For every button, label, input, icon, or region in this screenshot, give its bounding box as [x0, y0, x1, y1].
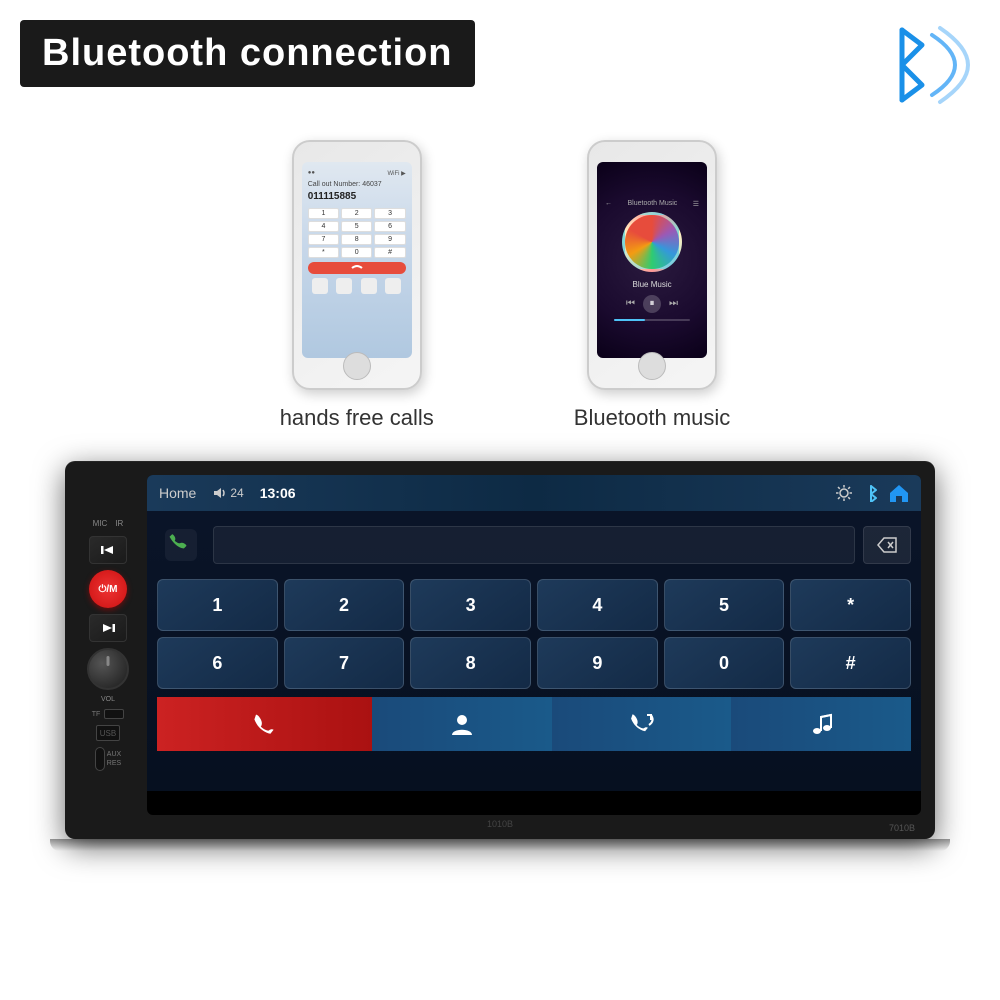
- stereo-section: MIC IR ⏻/M: [0, 451, 1000, 839]
- stereo-inner: MIC IR ⏻/M: [79, 475, 921, 815]
- stereo-unit: MIC IR ⏻/M: [65, 461, 935, 839]
- bottom-bar: [157, 697, 911, 751]
- contacts-button[interactable]: [372, 697, 552, 751]
- keypad-grid: 1 2 3 4 5 * 6 7 8 9 0 #: [157, 579, 911, 689]
- brightness-icon: [835, 484, 853, 502]
- phone-call-image: ●●WiFi ▶ Call out Number: 46037 01111588…: [292, 140, 422, 390]
- screen-home-label: Home: [159, 485, 196, 501]
- phone-home-btn-left: [343, 352, 371, 380]
- screen-bluetooth-icon: [863, 484, 879, 502]
- key-1[interactable]: 1: [157, 579, 278, 631]
- screen-home-icon[interactable]: [889, 484, 909, 502]
- vol-label: VOL: [101, 696, 115, 703]
- music-button[interactable]: [731, 697, 911, 751]
- aux-res-area: AUX RES: [95, 747, 121, 771]
- power-mode-button[interactable]: ⏻/M: [89, 570, 127, 608]
- redial-button[interactable]: [552, 697, 732, 751]
- phone-call-label: hands free calls: [280, 405, 434, 431]
- ir-label: IR: [115, 519, 123, 528]
- volume-value: 24: [230, 486, 243, 500]
- key-5[interactable]: 5: [664, 579, 785, 631]
- phone-music-item: ←Bluetooth Music☰ Blue Music ⏮ ⏸ ⏭: [574, 140, 731, 431]
- tf-area: TF: [92, 709, 125, 719]
- screen-header: Home 24 13:06: [147, 475, 921, 511]
- main-title: Bluetooth connection: [42, 32, 453, 74]
- key-2[interactable]: 2: [284, 579, 405, 631]
- phone-call-icon: [165, 529, 197, 561]
- car-screen: Home 24 13:06: [147, 475, 921, 815]
- key-star[interactable]: *: [790, 579, 911, 631]
- screen-volume-area: 24: [212, 486, 243, 500]
- contacts-icon: [450, 713, 474, 735]
- bluetooth-icon-area: [860, 10, 970, 120]
- redial-icon: [629, 713, 655, 735]
- key-3[interactable]: 3: [410, 579, 531, 631]
- model-bottom-label: 1010B: [79, 819, 921, 829]
- key-4[interactable]: 4: [537, 579, 658, 631]
- top-section: Bluetooth connection: [0, 0, 1000, 130]
- volume-knob[interactable]: [87, 648, 129, 690]
- mic-ir-labels: MIC IR: [93, 519, 124, 528]
- res-label: RES: [107, 760, 121, 767]
- stereo-shadow: [50, 839, 950, 851]
- key-6[interactable]: 6: [157, 637, 278, 689]
- phone-music-image: ←Bluetooth Music☰ Blue Music ⏮ ⏸ ⏭: [587, 140, 717, 390]
- key-9[interactable]: 9: [537, 637, 658, 689]
- tf-slot: [104, 709, 124, 719]
- key-hash[interactable]: #: [790, 637, 911, 689]
- phone-home-btn-right: [638, 352, 666, 380]
- header-left: Home 24 13:06: [159, 485, 296, 501]
- bluetooth-icon: [860, 10, 970, 120]
- phone-music-label: Bluetooth music: [574, 405, 731, 431]
- header-right: [835, 484, 909, 502]
- title-box: Bluetooth connection: [20, 20, 475, 87]
- backspace-button[interactable]: [863, 526, 911, 564]
- prev-button[interactable]: [89, 536, 127, 564]
- usb-area: USB: [96, 725, 120, 741]
- screen-time: 13:06: [260, 485, 296, 501]
- backspace-icon: [877, 537, 897, 553]
- phone-music-screen: ←Bluetooth Music☰ Blue Music ⏮ ⏸ ⏭: [597, 162, 707, 358]
- next-button[interactable]: [89, 614, 127, 642]
- model-number: 7010B: [889, 823, 915, 833]
- phone-call-item: ●●WiFi ▶ Call out Number: 46037 01111588…: [280, 140, 434, 431]
- power-label: ⏻/M: [98, 584, 117, 595]
- left-controls: MIC IR ⏻/M: [79, 519, 137, 771]
- key-8[interactable]: 8: [410, 637, 531, 689]
- call-icon: [252, 713, 278, 735]
- music-album-art: [622, 212, 682, 272]
- dial-phone-icon: [157, 521, 205, 569]
- tf-label: TF: [92, 711, 101, 718]
- screen-content: 1 2 3 4 5 * 6 7 8 9 0 #: [147, 511, 921, 791]
- aux-label: AUX: [107, 751, 121, 758]
- key-0[interactable]: 0: [664, 637, 785, 689]
- speaker-icon: [212, 486, 226, 500]
- key-7[interactable]: 7: [284, 637, 405, 689]
- dialer-top-row: [157, 521, 911, 569]
- mic-label: MIC: [93, 519, 108, 528]
- aux-port: [95, 747, 105, 771]
- phone-call-screen: ●●WiFi ▶ Call out Number: 46037 01111588…: [302, 162, 412, 358]
- phones-section: ●●WiFi ▶ Call out Number: 46037 01111588…: [0, 130, 1000, 451]
- music-icon: [810, 713, 832, 735]
- dial-input[interactable]: [213, 526, 855, 564]
- call-button[interactable]: [157, 697, 372, 751]
